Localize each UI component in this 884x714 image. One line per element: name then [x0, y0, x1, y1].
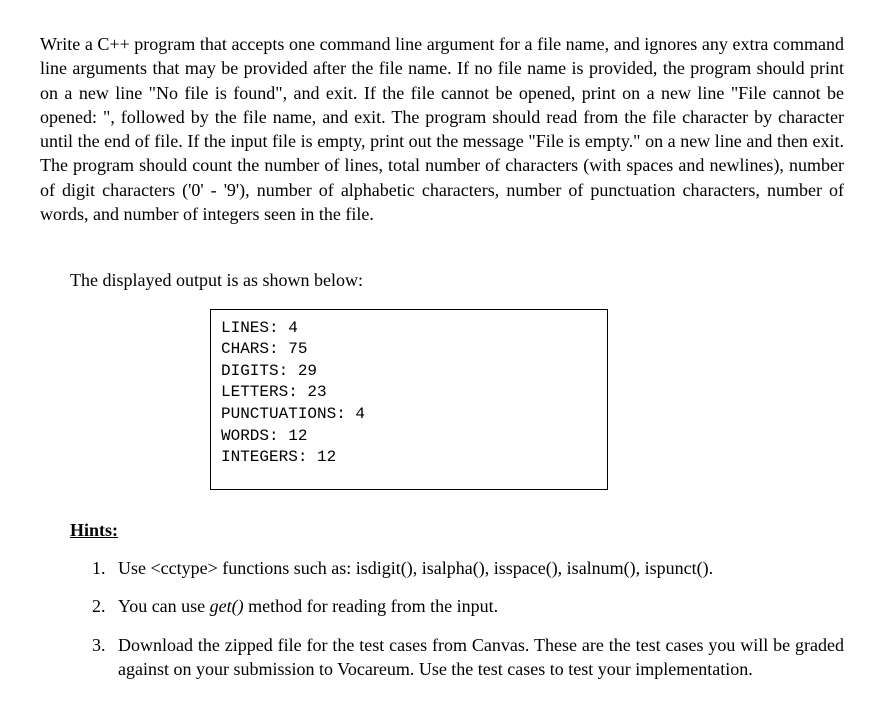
hints-heading: Hints: — [70, 518, 844, 542]
hint-2-suffix: method for reading from the input. — [244, 596, 498, 616]
output-line-punctuations: PUNCTUATIONS: 4 — [221, 404, 597, 426]
output-line-chars: CHARS: 75 — [221, 339, 597, 361]
hint-item-2: You can use get() method for reading fro… — [110, 594, 844, 618]
output-line-letters: LETTERS: 23 — [221, 382, 597, 404]
hint-item-1: Use <cctype> functions such as: isdigit(… — [110, 556, 844, 580]
hint-item-3: Download the zipped file for the test ca… — [110, 633, 844, 682]
hint-3-text: Download the zipped file for the test ca… — [118, 635, 844, 679]
output-line-integers: INTEGERS: 12 — [221, 447, 597, 469]
hints-list: Use <cctype> functions such as: isdigit(… — [110, 556, 844, 681]
output-intro: The displayed output is as shown below: — [70, 268, 844, 292]
sample-output-box: LINES: 4 CHARS: 75 DIGITS: 29 LETTERS: 2… — [210, 309, 608, 490]
output-line-words: WORDS: 12 — [221, 426, 597, 448]
output-line-digits: DIGITS: 29 — [221, 361, 597, 383]
problem-statement: Write a C++ program that accepts one com… — [40, 32, 844, 226]
output-line-lines: LINES: 4 — [221, 318, 597, 340]
hint-2-prefix: You can use — [118, 596, 210, 616]
hint-1-text: Use <cctype> functions such as: isdigit(… — [118, 558, 713, 578]
hint-2-method: get() — [210, 596, 244, 616]
